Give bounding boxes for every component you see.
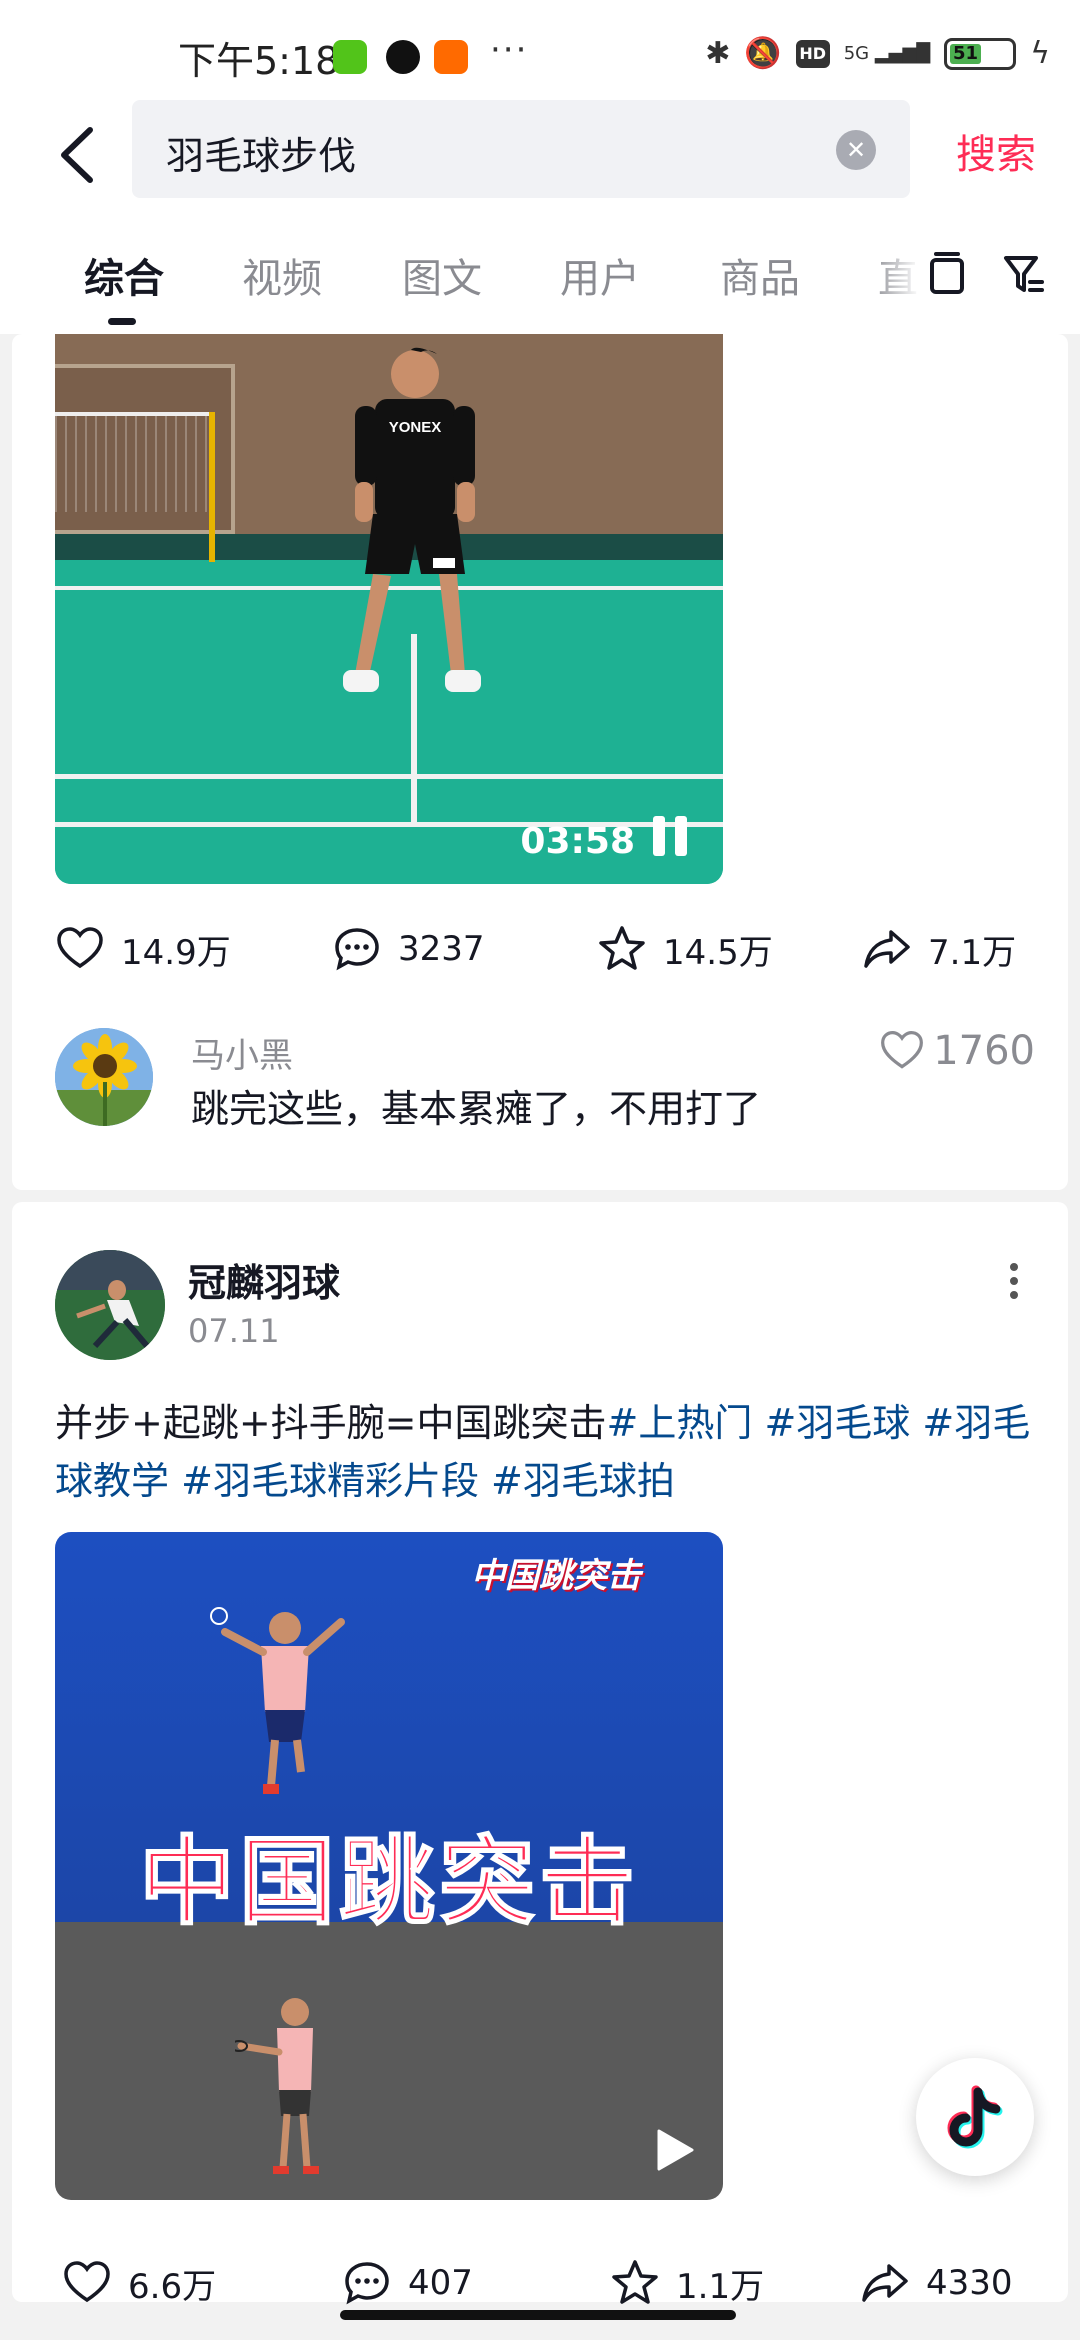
comment-icon: [335, 928, 379, 971]
jumping-player-figure: [210, 1607, 345, 1794]
search-result-card: YONEX 03:58 14.9万 3237 14.5万 7.1万 马小黑 跳完…: [12, 334, 1068, 1190]
comment-count: 407: [408, 2263, 473, 2303]
search-query[interactable]: 羽毛球步伐: [166, 125, 356, 180]
douyin-float-button[interactable]: [916, 2058, 1034, 2176]
comment-text: 跳完这些，基本累瘫了，不用打了: [191, 1087, 762, 1131]
comment-button[interactable]: 407: [342, 2248, 473, 2318]
like-button[interactable]: 6.6万: [62, 2248, 216, 2318]
favorite-count: 1.1万: [676, 2266, 765, 2307]
comment-like-count: 1760: [933, 1028, 1035, 1074]
bluetooth-icon: ✱: [705, 36, 731, 71]
battery-icon: 51: [944, 38, 1017, 70]
search-header: 羽毛球步伐 ✕ 搜索: [0, 100, 1080, 220]
signal-icon: 5G ▂▄▆█: [843, 43, 931, 64]
comment-count: 3237: [398, 929, 485, 969]
search-button[interactable]: 搜索: [956, 122, 1036, 180]
wechat-app-icon: [333, 40, 367, 74]
history-icon[interactable]: [924, 248, 970, 300]
charging-icon: ϟ: [1030, 36, 1050, 71]
star-icon: [599, 926, 645, 970]
back-icon[interactable]: [50, 120, 110, 190]
tab-products[interactable]: 商品: [720, 246, 800, 304]
hashtag[interactable]: #羽毛球: [764, 1401, 910, 1445]
like-button[interactable]: 14.9万: [55, 914, 231, 984]
mute-bell-icon: 🔕: [744, 36, 782, 71]
favorite-button[interactable]: 1.1万: [610, 2248, 764, 2318]
post-actions: 6.6万 407 1.1万 4330: [12, 2248, 1068, 2318]
avatar[interactable]: [55, 1250, 165, 1360]
tab-users[interactable]: 用户: [560, 246, 640, 304]
top-comment[interactable]: 马小黑 跳完这些，基本累瘫了，不用打了 1760: [55, 1028, 1035, 1148]
star-icon: [612, 2260, 658, 2304]
favorite-button[interactable]: 14.5万: [597, 914, 773, 984]
post-date: 07.11: [188, 1312, 280, 1350]
heart-icon: [881, 1030, 924, 1069]
share-icon: [864, 930, 910, 968]
hashtag[interactable]: #羽毛球精彩片段: [181, 1459, 479, 1503]
author-name[interactable]: 冠麟羽球: [188, 1252, 340, 1307]
video-title-overlay: 中国跳突击: [138, 1825, 639, 1939]
filter-icon[interactable]: [1000, 248, 1046, 300]
comment-button[interactable]: 3237: [332, 914, 485, 984]
favorite-count: 14.5万: [663, 932, 773, 973]
video-player[interactable]: YONEX 03:58: [55, 334, 723, 884]
qq-app-icon: [386, 40, 420, 74]
heart-icon: [57, 927, 103, 969]
status-indicators: ✱ 🔕 HD 5G ▂▄▆█ 51 ϟ: [705, 34, 1050, 74]
comment-author[interactable]: 马小黑: [191, 1028, 293, 1077]
video-player[interactable]: 中国跳突击 中国跳突击: [55, 1532, 723, 2200]
post-actions: 14.9万 3237 14.5万 7.1万: [12, 914, 1068, 984]
share-count: 7.1万: [928, 932, 1017, 973]
comment-icon: [345, 2262, 389, 2305]
pause-icon[interactable]: [653, 816, 691, 856]
tab-active-indicator: [108, 318, 136, 325]
hashtag[interactable]: #羽毛球拍: [491, 1459, 675, 1503]
author-avatar-image: [55, 1250, 165, 1360]
post-text: 并步+起跳+抖手腕=中国跳突击: [55, 1401, 607, 1445]
svg-text:YONEX: YONEX: [389, 419, 442, 436]
status-bar: 下午5:18 ··· ✱ 🔕 HD 5G ▂▄▆█ 51 ϟ: [0, 0, 1080, 100]
sunflower-avatar-image: [55, 1028, 153, 1126]
video-bottom-scene: [55, 1922, 723, 2200]
search-tabs: 综合 视频 图文 用户 商品 直: [0, 220, 1080, 334]
like-count: 14.9万: [121, 932, 231, 973]
status-more-icon: ···: [490, 30, 529, 70]
status-time: 下午5:18: [178, 39, 340, 83]
search-result-card: 冠麟羽球 07.11 并步+起跳+抖手腕=中国跳突击#上热门 #羽毛球 #羽毛球…: [12, 1202, 1068, 2307]
standing-player-figure: [235, 1998, 319, 2174]
post-description: 并步+起跳+抖手腕=中国跳突击#上热门 #羽毛球 #羽毛球教学 #羽毛球精彩片段…: [55, 1394, 1045, 1510]
hd-badge: HD: [795, 40, 830, 68]
share-icon: [862, 2264, 908, 2302]
search-input[interactable]: 羽毛球步伐 ✕: [132, 100, 910, 198]
share-count: 4330: [926, 2263, 1013, 2303]
tab-comprehensive[interactable]: 综合: [84, 246, 164, 304]
play-icon[interactable]: [655, 2128, 695, 2172]
avatar[interactable]: [55, 1028, 153, 1126]
network-type: 5G: [843, 43, 870, 64]
heart-icon: [64, 2261, 110, 2303]
share-button[interactable]: 4330: [860, 2248, 1013, 2318]
player-figure: YONEX: [343, 347, 481, 692]
like-count: 6.6万: [128, 2266, 217, 2307]
share-button[interactable]: 7.1万: [862, 914, 1016, 984]
video-corner-tag: 中国跳突击: [471, 1556, 641, 1596]
net-post: [209, 412, 215, 562]
video-duration: 03:58: [520, 821, 635, 862]
tab-fade: [870, 220, 920, 334]
tab-video[interactable]: 视频: [242, 246, 322, 304]
comment-like-button[interactable]: 1760: [879, 1028, 1035, 1074]
app-58-icon: [434, 40, 468, 74]
tab-image-text[interactable]: 图文: [402, 246, 482, 304]
badminton-net: [55, 412, 213, 512]
douyin-logo-icon: [947, 2085, 1003, 2149]
more-icon[interactable]: [1004, 1258, 1024, 1308]
battery-level: 51: [950, 44, 981, 64]
home-indicator[interactable]: [340, 2310, 736, 2320]
clear-icon[interactable]: ✕: [836, 130, 876, 170]
hashtag[interactable]: #上热门: [607, 1401, 753, 1445]
